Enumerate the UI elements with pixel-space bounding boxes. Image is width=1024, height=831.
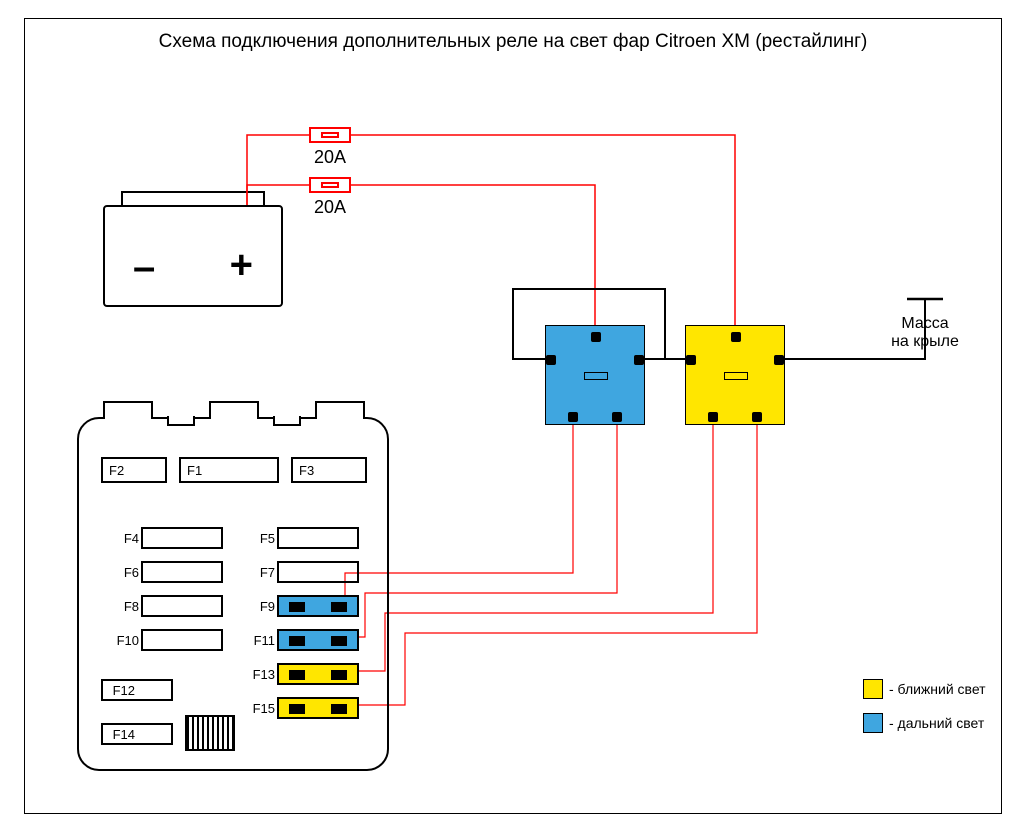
fusebox-tab xyxy=(209,401,259,419)
ground-label-2: на крыле xyxy=(875,333,975,351)
fuse-f9: F9 xyxy=(277,595,359,617)
legend-swatch-yellow xyxy=(863,679,883,699)
relay-low-beam xyxy=(685,325,785,425)
relay-pin-86 xyxy=(708,412,718,422)
fuse-f8: F8 xyxy=(141,595,223,617)
fusebox-tab xyxy=(315,401,365,419)
fuse-f4: F4 xyxy=(141,527,223,549)
fuse-f7: F7 xyxy=(277,561,359,583)
fuse-label-top: 20A xyxy=(305,147,355,168)
legend-label-blue: - дальний свет xyxy=(889,715,984,731)
legend-swatch-blue xyxy=(863,713,883,733)
fusebox-cutout xyxy=(273,416,301,426)
relay-pin-87 xyxy=(752,412,762,422)
relay-high-beam xyxy=(545,325,645,425)
fusebox-tab xyxy=(103,401,153,419)
relay-pin-87-top xyxy=(774,355,784,365)
relay-slot xyxy=(724,372,748,380)
relay-pin-85 xyxy=(686,355,696,365)
fuse-f5: F5 xyxy=(277,527,359,549)
legend-label-yellow: - ближний свет xyxy=(889,681,986,697)
fuse-f13: F13 xyxy=(277,663,359,685)
fuse-inline-top xyxy=(309,127,351,143)
fuse-f2: F2 xyxy=(101,457,167,483)
fuse-f10: F10 xyxy=(141,629,223,651)
fuse-f11: F11 xyxy=(277,629,359,651)
fuse-f3: F3 xyxy=(291,457,367,483)
diagram-frame: Схема подключения дополнительных реле на… xyxy=(24,18,1002,814)
fuse-f6: F6 xyxy=(141,561,223,583)
battery-top xyxy=(121,191,265,205)
fusebox-hashed-area xyxy=(185,715,235,751)
relay-pin-30 xyxy=(731,332,741,342)
relay-pin-85 xyxy=(546,355,556,365)
legend-low-beam: - ближний свет xyxy=(863,679,986,699)
fuse-label-bottom: 20A xyxy=(305,197,355,218)
ground-label-1: Масса xyxy=(875,315,975,333)
relay-pin-87-top xyxy=(634,355,644,365)
fusebox-cutout xyxy=(167,416,195,426)
ground-label: Масса на крыле xyxy=(875,315,975,351)
relay-slot xyxy=(584,372,608,380)
legend-high-beam: - дальний свет xyxy=(863,713,984,733)
fuse-inline-bottom xyxy=(309,177,351,193)
battery-plus: + xyxy=(230,243,253,288)
relay-pin-87 xyxy=(612,412,622,422)
fuse-f14: F14 xyxy=(101,723,173,745)
diagram-title: Схема подключения дополнительных реле на… xyxy=(25,31,1001,53)
fuse-f12: F12 xyxy=(101,679,173,701)
battery-body xyxy=(103,205,283,307)
battery: – + xyxy=(103,191,283,307)
fuse-f1: F1 xyxy=(179,457,279,483)
fuse-box: F2 F1 F3 F4 F6 F8 F10 F12 F14 F5 F7 F9 F… xyxy=(77,417,389,771)
battery-minus: – xyxy=(133,245,155,290)
relay-pin-30 xyxy=(591,332,601,342)
relay-pin-86 xyxy=(568,412,578,422)
fuse-f15: F15 xyxy=(277,697,359,719)
